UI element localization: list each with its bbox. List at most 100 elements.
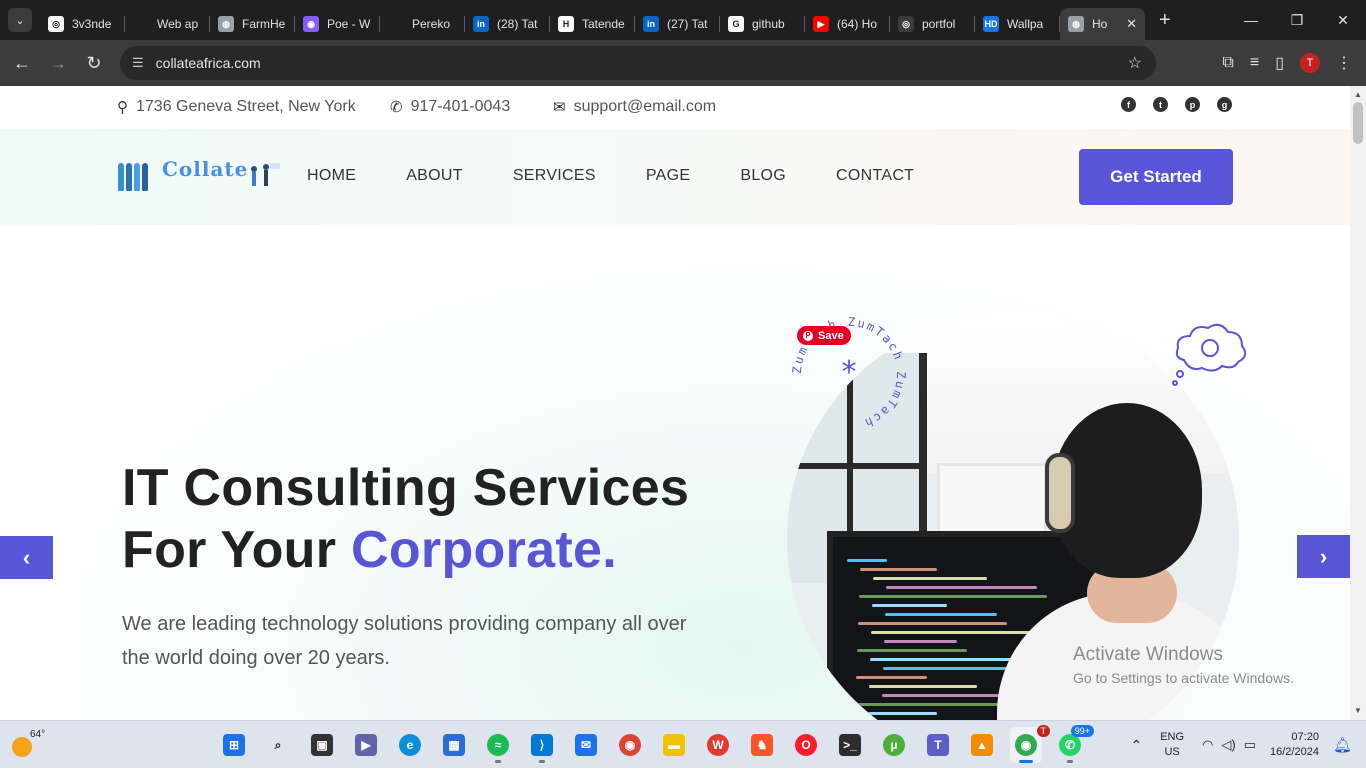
code-line — [859, 595, 1047, 598]
tab-title: 3v3nde — [72, 17, 112, 31]
task-view-button[interactable]: ▣ — [306, 727, 338, 763]
email-text[interactable]: support@email.com — [574, 98, 717, 116]
brave-app[interactable]: ♞ — [746, 727, 778, 763]
close-tab-icon[interactable]: ✕ — [1126, 16, 1137, 32]
browser-tab[interactable]: HD Wallpa — [975, 8, 1060, 40]
site-info-icon[interactable]: ☰ — [132, 55, 144, 71]
back-icon[interactable]: ← — [4, 45, 40, 81]
opera-app[interactable]: O — [790, 727, 822, 763]
globe-icon: ◍ — [1068, 16, 1084, 32]
site-logo[interactable]: Collate — [118, 157, 280, 197]
meet-app[interactable]: ▶ — [350, 727, 382, 763]
pinterest-icon[interactable]: p — [1185, 97, 1200, 112]
email-info[interactable]: ✉ support@email.com — [553, 98, 716, 116]
browser-tab[interactable]: Pereko — [380, 8, 465, 40]
poe-icon: ◉ — [303, 16, 319, 32]
nav-blog[interactable]: BLOG — [740, 167, 786, 185]
browser-tab[interactable]: ◍ FarmHe — [210, 8, 295, 40]
address-info: ⚲ 1736 Geneva Street, New York — [117, 98, 356, 116]
scroll-up-icon[interactable]: ▲ — [1354, 90, 1362, 99]
chrome-pinned-app[interactable]: ◉ — [614, 727, 646, 763]
browser-toolbar: ← → ↻ ☰ collateafrica.com ☆ ⧉ ≡ ▯ T ⋮ — [0, 40, 1366, 86]
lightbulb-cloud-icon — [1172, 323, 1247, 386]
tab-title: FarmHe — [242, 17, 286, 31]
nav-about[interactable]: ABOUT — [406, 167, 463, 185]
asterisk-icon: * — [842, 355, 857, 390]
vscode-app[interactable]: ⟩ — [526, 727, 558, 763]
phone-text[interactable]: 917-401-0043 — [411, 98, 511, 116]
twitter-icon[interactable]: t — [1153, 97, 1168, 112]
linkedin-icon: in — [643, 16, 659, 32]
facebook-icon[interactable]: f — [1121, 97, 1136, 112]
browser-tab[interactable]: ◎ 3v3nde — [40, 8, 125, 40]
clock[interactable]: 07:20 16/2/2024 — [1270, 730, 1319, 760]
scroll-down-icon[interactable]: ▼ — [1354, 706, 1362, 715]
address-bar[interactable]: ☰ collateafrica.com ☆ — [120, 46, 1156, 80]
browser-tab[interactable]: Ggithub — [720, 8, 805, 40]
tab-search-button[interactable]: ⌄ — [8, 8, 32, 32]
menu-icon[interactable]: ⋮ — [1336, 53, 1352, 73]
utorrent-app[interactable]: µ — [878, 727, 910, 763]
scrollbar-thumb[interactable] — [1353, 102, 1363, 144]
map-pin-icon: ⚲ — [117, 99, 128, 116]
notification-bell-icon[interactable]: 🔔︎ — [1333, 736, 1352, 754]
media-control-icon[interactable]: ≡ — [1250, 54, 1259, 72]
browser-tab-strip: ⌄ ◎ 3v3nde Web ap ◍ FarmHe ◉ Poe - W Pereko in (2… — [0, 0, 1366, 40]
browser-tab[interactable]: ◎ portfol — [890, 8, 975, 40]
side-panel-icon[interactable]: ▯ — [1275, 53, 1284, 73]
extensions-icon[interactable]: ⧉ — [1222, 54, 1233, 72]
chrome-profile-badge: T — [1036, 725, 1050, 737]
page-scrollbar[interactable]: ▲ ▼ — [1350, 86, 1366, 720]
profile-avatar[interactable]: T — [1300, 53, 1320, 73]
pinterest-save-button[interactable]: P Save — [797, 326, 851, 345]
utorrent-icon: µ — [883, 734, 905, 756]
weather-widget[interactable]: 64° — [10, 729, 45, 759]
nav-services[interactable]: SERVICES — [513, 167, 596, 185]
mail-app[interactable]: ✉ — [570, 727, 602, 763]
restore-icon[interactable]: ❐ — [1274, 0, 1320, 40]
wps-app[interactable]: W — [702, 727, 734, 763]
vlc-app[interactable]: ▲ — [966, 727, 998, 763]
globe-icon: ◍ — [218, 16, 234, 32]
tray-chevron-icon[interactable]: ⌃ — [1130, 737, 1142, 754]
minimize-icon[interactable]: — — [1228, 0, 1274, 40]
nav-contact[interactable]: CONTACT — [836, 167, 914, 185]
github-icon[interactable]: g — [1217, 97, 1232, 112]
slider-prev-button[interactable]: ‹ — [0, 536, 53, 579]
whatsapp-app[interactable]: ✆ 99+ — [1054, 725, 1094, 763]
language-indicator[interactable]: ENG US — [1160, 730, 1184, 760]
chrome-app-active[interactable]: ◉ T — [1010, 725, 1050, 763]
browser-tab[interactable]: ◍ Ho ✕ — [1060, 8, 1145, 40]
teams-app[interactable]: T — [922, 727, 954, 763]
whatsapp-icon: ✆ — [1059, 734, 1081, 756]
window-controls: — ❐ ✕ — [1228, 0, 1366, 40]
chrome-icon: ◉ — [1015, 734, 1037, 756]
bookmark-star-icon[interactable]: ☆ — [1128, 53, 1142, 73]
browser-tab[interactable]: in (28) Tat — [465, 8, 550, 40]
browser-tab[interactable]: Web ap — [125, 8, 210, 40]
terminal-app[interactable]: >_ — [834, 727, 866, 763]
browser-tab[interactable]: H Tatende — [550, 8, 635, 40]
tab-title: (27) Tat — [667, 17, 708, 31]
close-window-icon[interactable]: ✕ — [1320, 0, 1366, 40]
browser-tab[interactable]: ◉ Poe - W — [295, 8, 380, 40]
reload-icon[interactable]: ↻ — [76, 45, 112, 81]
search-button[interactable]: ⌕ — [262, 727, 294, 763]
spotify-app[interactable]: ≈ — [482, 727, 514, 763]
forward-icon[interactable]: → — [40, 45, 76, 81]
file-explorer-app[interactable]: ▬ — [658, 727, 690, 763]
store-app[interactable]: ▦ — [438, 727, 470, 763]
get-started-button[interactable]: Get Started — [1079, 149, 1233, 205]
browser-tab[interactable]: ▶ (64) Ho — [805, 8, 890, 40]
nav-page[interactable]: PAGE — [646, 167, 690, 185]
slider-next-button[interactable]: › — [1297, 535, 1350, 578]
phone-info[interactable]: ✆ 917-401-0043 — [390, 98, 510, 116]
browser-tab[interactable]: in (27) Tat — [635, 8, 720, 40]
nav-home[interactable]: HOME — [307, 167, 356, 185]
start-button[interactable]: ⊞ — [218, 727, 250, 763]
new-tab-button[interactable]: + — [1159, 9, 1171, 32]
code-line — [857, 649, 967, 652]
quick-settings[interactable]: ◠ ◁) ▭ — [1202, 737, 1256, 753]
teams-icon: T — [927, 734, 949, 756]
edge-app[interactable]: e — [394, 727, 426, 763]
